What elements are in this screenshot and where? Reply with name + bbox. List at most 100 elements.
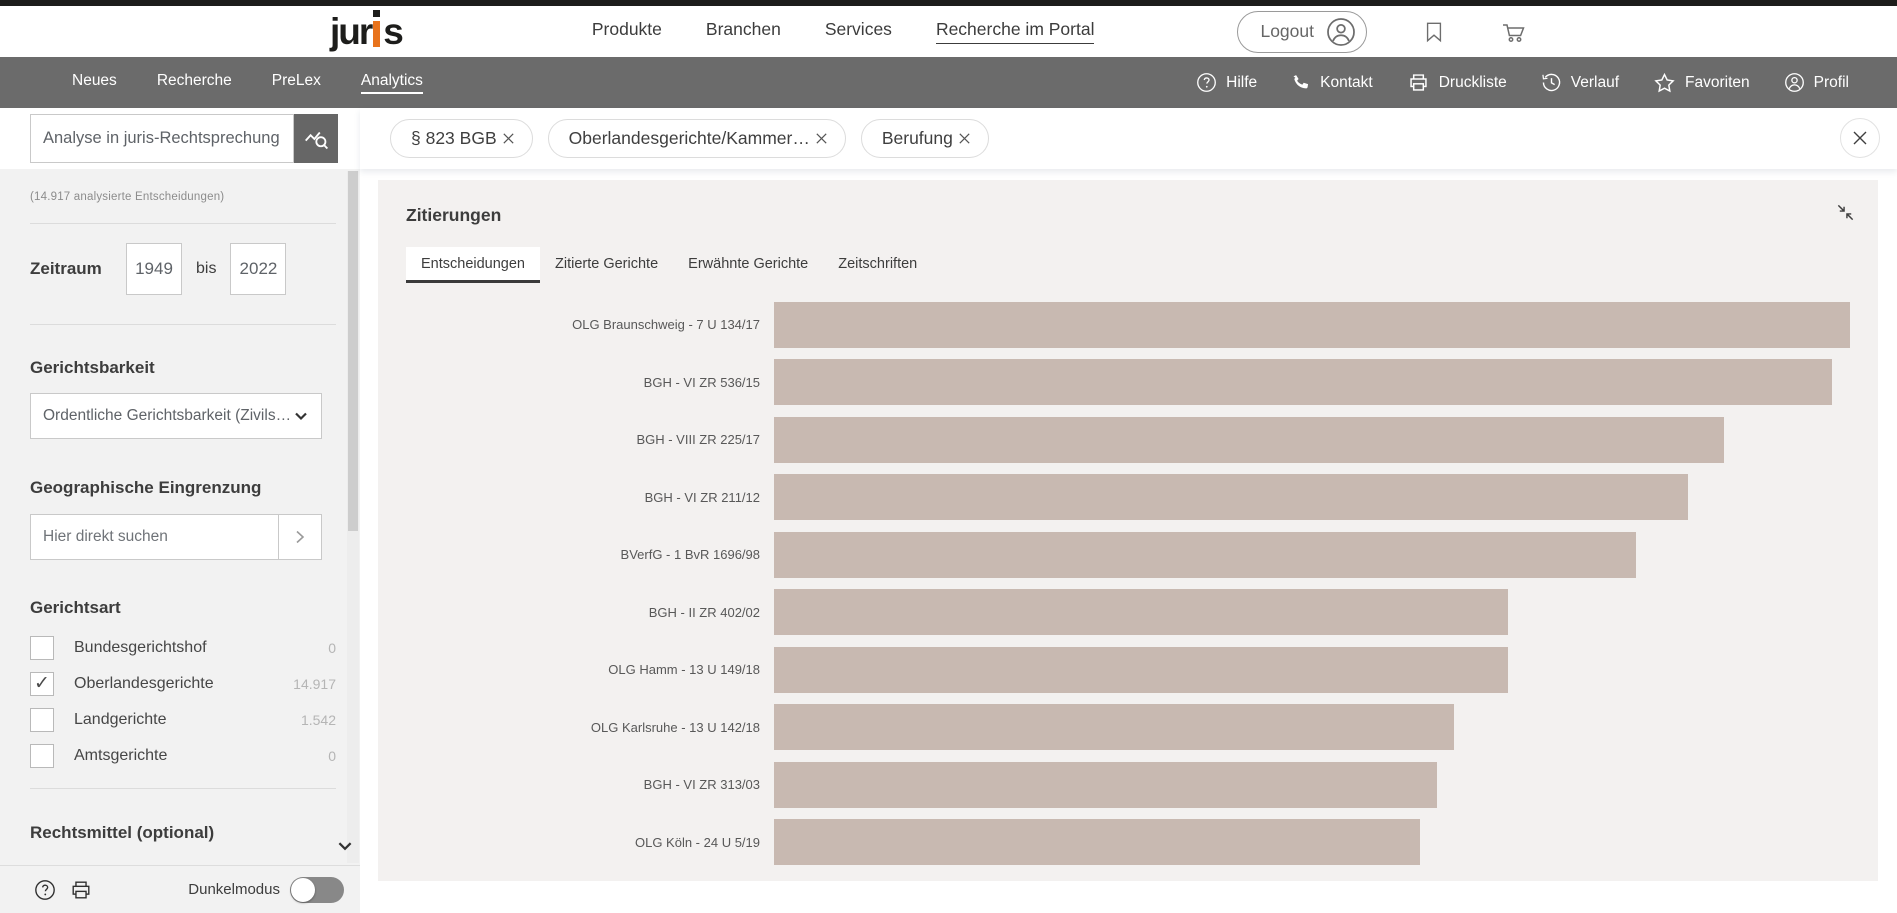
year-to-input[interactable]: [230, 243, 286, 295]
chart-track: [774, 532, 1850, 578]
chart-bar[interactable]: [774, 474, 1688, 520]
toolbar-nav-recherche[interactable]: Recherche: [157, 72, 232, 94]
dark-mode-label: Dunkelmodus: [188, 881, 280, 898]
toolbar-nav-prelex[interactable]: PreLex: [272, 72, 321, 94]
tab-zeitschriften[interactable]: Zeitschriften: [823, 247, 932, 283]
chart-row: OLG Braunschweig - 7 U 134/17: [406, 296, 1850, 354]
close-analysis-button[interactable]: [1840, 118, 1880, 158]
chart-bar[interactable]: [774, 417, 1724, 463]
gerichtsart-options: Bundesgerichtshof 0 Oberlandesgerichte 1…: [30, 630, 336, 774]
chart-row: OLG Köln - 24 U 5/19: [406, 814, 1850, 872]
bis-label: bis: [196, 260, 216, 278]
zeitraum-filter: Zeitraum bis: [30, 243, 336, 295]
toolbar-nav-analytics[interactable]: Analytics: [361, 72, 423, 94]
geo-heading: Geographische Eingrenzung: [30, 478, 336, 498]
sidebar-scrollbar-thumb[interactable]: [348, 171, 358, 531]
chart-track: [774, 359, 1850, 405]
gerichtsart-option[interactable]: Oberlandesgerichte 14.917: [30, 666, 336, 702]
gerichtsart-option[interactable]: Bundesgerichtshof 0: [30, 630, 336, 666]
checkbox[interactable]: [30, 708, 54, 732]
gerichtsart-option[interactable]: Amtsgerichte 0: [30, 738, 336, 774]
toolbar-action-druckliste[interactable]: Druckliste: [1407, 72, 1507, 94]
toolbar-actions: Hilfe Kontakt Druckliste Verlauf Favorit…: [1196, 72, 1849, 94]
filter-chip[interactable]: § 823 BGB: [390, 119, 533, 158]
checkbox[interactable]: [30, 636, 54, 660]
header-right-cluster: Logout: [1237, 11, 1527, 53]
chart-category-label: BGH - VIII ZR 225/17: [406, 432, 774, 447]
checkbox[interactable]: [30, 744, 54, 768]
tab-entscheidungen[interactable]: Entscheidungen: [406, 247, 540, 283]
tab-zitierte-gerichte[interactable]: Zitierte Gerichte: [540, 247, 673, 283]
header-nav-recherche-im-portal[interactable]: Recherche im Portal: [936, 19, 1095, 44]
tab-erwähnte-gerichte[interactable]: Erwähnte Gerichte: [673, 247, 823, 283]
chart-category-label: OLG Köln - 24 U 5/19: [406, 835, 774, 850]
geo-search-input[interactable]: [30, 514, 279, 560]
analyzed-count: (14.917 analysierte Entscheidungen): [30, 191, 336, 203]
gerichtsbarkeit-heading: Gerichtsbarkeit: [30, 358, 336, 378]
header-nav-services[interactable]: Services: [825, 19, 892, 44]
dark-mode-toggle[interactable]: [290, 877, 344, 903]
panel-title: Zitierungen: [406, 205, 1850, 226]
rechtsmittel-heading: Rechtsmittel (optional): [30, 823, 336, 843]
main-header: jurs Produkte Branchen Services Recherche i…: [0, 6, 1897, 57]
chart-row: OLG Karlsruhe - 13 U 142/18: [406, 699, 1850, 757]
chart-bar[interactable]: [774, 359, 1832, 405]
profile-icon: [1784, 72, 1805, 93]
history-icon: [1541, 72, 1562, 93]
chart-bar[interactable]: [774, 532, 1636, 578]
user-icon: [1326, 17, 1356, 47]
geo-search-submit-button[interactable]: [279, 514, 322, 560]
citation-bar-chart: OLG Braunschweig - 7 U 134/17 BGH - VI Z…: [406, 296, 1850, 871]
phone-icon: [1291, 73, 1311, 93]
toolbar-action-profil[interactable]: Profil: [1784, 72, 1849, 94]
cart-icon[interactable]: [1501, 20, 1527, 44]
toolbar-nav-neues[interactable]: Neues: [72, 72, 117, 94]
gerichtsbarkeit-selected-value: Ordentliche Gerichtsbarkeit (Zivils…: [43, 407, 293, 425]
chart-row: BGH - VI ZR 211/12: [406, 469, 1850, 527]
logout-label: Logout: [1260, 21, 1314, 42]
filter-chip[interactable]: Oberlandesgerichte/Kammer…: [548, 119, 846, 158]
analytics-search-icon[interactable]: [294, 114, 338, 163]
divider: [30, 788, 336, 789]
filter-chip[interactable]: Berufung: [861, 119, 989, 158]
zeitraum-label: Zeitraum: [30, 259, 126, 279]
gerichtsbarkeit-select[interactable]: Ordentliche Gerichtsbarkeit (Zivils…: [30, 393, 322, 439]
printer-icon: [1407, 72, 1430, 93]
remove-chip-icon[interactable]: [814, 131, 829, 146]
chart-row: BVerfG - 1 BvR 1696/98: [406, 526, 1850, 584]
bookmark-icon[interactable]: [1423, 20, 1445, 44]
header-nav-branchen[interactable]: Branchen: [706, 19, 781, 44]
juris-logo[interactable]: jurs: [330, 17, 402, 47]
remove-chip-icon[interactable]: [957, 131, 972, 146]
chart-bar[interactable]: [774, 647, 1508, 693]
chart-track: [774, 417, 1850, 463]
divider: [30, 223, 336, 224]
chart-bar[interactable]: [774, 762, 1437, 808]
chart-category-label: OLG Braunschweig - 7 U 134/17: [406, 317, 774, 332]
chart-bar[interactable]: [774, 819, 1420, 865]
header-nav-produkte[interactable]: Produkte: [592, 19, 662, 44]
chart-track: [774, 647, 1850, 693]
gerichtsart-option[interactable]: Landgerichte 1.542: [30, 702, 336, 738]
collapse-panel-icon[interactable]: [1835, 202, 1856, 223]
toolbar-action-favoriten[interactable]: Favoriten: [1653, 72, 1750, 94]
chart-track: [774, 302, 1850, 348]
year-from-input[interactable]: [126, 243, 182, 295]
remove-chip-icon[interactable]: [501, 131, 516, 146]
sidebar-scrollbar[interactable]: [347, 171, 359, 863]
analysis-search-input[interactable]: [30, 114, 294, 163]
chart-bar[interactable]: [774, 302, 1850, 348]
chart-bar[interactable]: [774, 704, 1454, 750]
print-icon[interactable]: [70, 879, 92, 901]
toolbar-action-kontakt[interactable]: Kontakt: [1291, 72, 1373, 94]
help-circle-icon[interactable]: [34, 879, 56, 901]
logo-i-accent: [373, 17, 381, 47]
checkbox[interactable]: [30, 672, 54, 696]
sidebar-scroll-down-icon[interactable]: [336, 837, 354, 855]
chart-bar[interactable]: [774, 589, 1508, 635]
geo-search-row: [30, 514, 336, 560]
logout-button[interactable]: Logout: [1237, 11, 1367, 53]
toolbar-action-hilfe[interactable]: Hilfe: [1196, 72, 1257, 94]
toolbar-action-verlauf[interactable]: Verlauf: [1541, 72, 1619, 94]
main-content: § 823 BGB Oberlandesgerichte/Kammer… Ber…: [360, 108, 1897, 913]
